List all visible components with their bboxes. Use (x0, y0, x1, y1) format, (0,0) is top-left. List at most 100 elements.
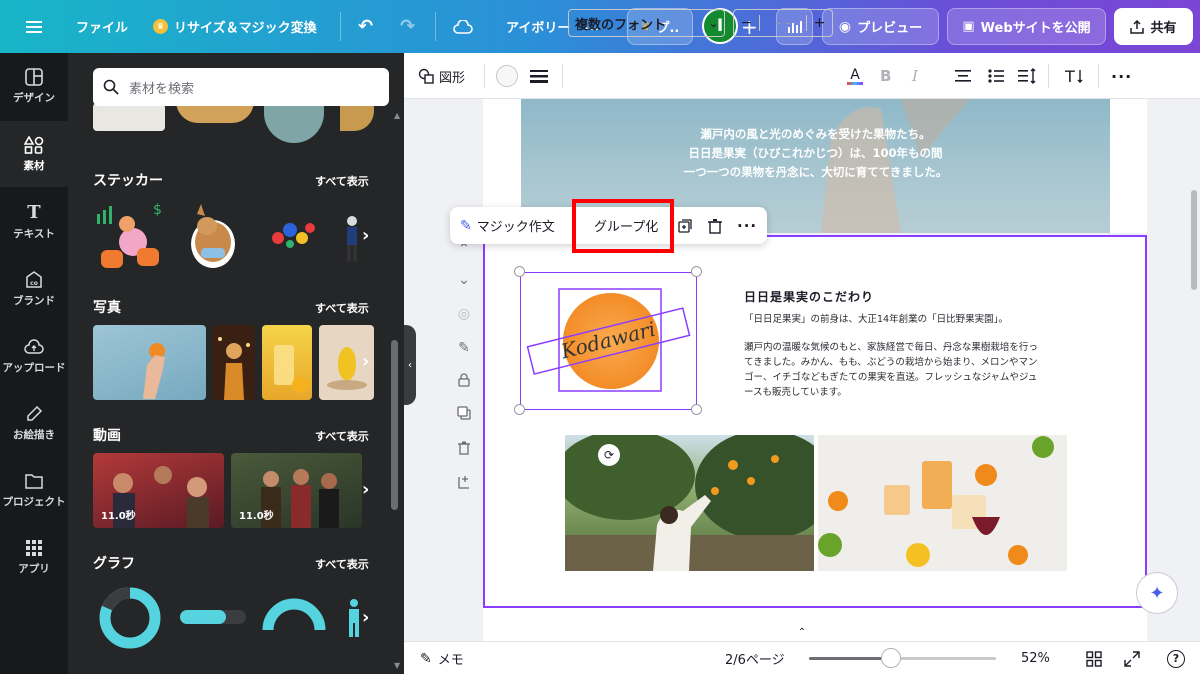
resize-handle[interactable] (691, 404, 702, 415)
chevron-down-icon[interactable]: ⌄ (454, 272, 474, 288)
bullet-list-icon[interactable] (988, 53, 1004, 99)
duplicate-page-icon[interactable] (454, 406, 474, 424)
menu-icon[interactable] (26, 0, 42, 53)
photo-thumbnail[interactable] (212, 325, 255, 400)
rail-draw[interactable]: お絵描き (0, 390, 68, 456)
rail-projects[interactable]: プロジェクト (0, 457, 68, 523)
border-style-icon[interactable] (530, 53, 548, 99)
shape-button[interactable]: 図形 (418, 53, 465, 99)
font-select[interactable]: 複数のフォント ⌄ (568, 9, 725, 37)
charts-see-all[interactable]: すべて表示 (315, 556, 369, 572)
orchard-photo[interactable]: ⟳ (565, 435, 814, 571)
body-line[interactable]: ゴー、イチゴなどもぎたての果実を直送。フレッシュなジャムやジュ (744, 370, 1074, 385)
scroll-up-arrow-icon[interactable]: ▲ (394, 111, 400, 120)
resize-handle[interactable] (514, 266, 525, 277)
sticker-thumbnail[interactable]: $ (93, 196, 165, 272)
collapse-panel-handle[interactable]: ‹ (404, 325, 416, 405)
hide-icon[interactable]: ◎ (454, 306, 474, 322)
sticker-thumbnail[interactable] (183, 196, 243, 272)
align-center-icon[interactable] (955, 53, 971, 99)
photo-thumbnail[interactable] (262, 325, 312, 400)
rail-text[interactable]: T テキスト (0, 189, 68, 255)
resize-handle[interactable] (514, 404, 525, 415)
resize-handle[interactable] (691, 266, 702, 277)
zoom-slider-knob[interactable] (881, 648, 901, 668)
people-chart-thumbnail[interactable] (346, 598, 362, 638)
body-line[interactable]: ースも販売しています。 (744, 385, 1074, 400)
selected-group[interactable]: Kodawari (520, 272, 697, 410)
photos-see-all[interactable]: すべて表示 (315, 300, 369, 316)
body-line[interactable]: てきました。みかん、もも、ぶどうの栽培から始まり、メロンやマン (744, 355, 1074, 370)
canvas-scrollbar[interactable] (1191, 190, 1197, 290)
undo-icon[interactable]: ↶ (358, 0, 373, 53)
videos-see-all[interactable]: すべて表示 (315, 428, 369, 444)
notes-icon[interactable]: ✎ (454, 340, 474, 356)
rail-apps[interactable]: アプリ (0, 524, 68, 590)
grid-view-icon[interactable] (1086, 642, 1102, 674)
expand-pages-icon[interactable]: ⌃ (770, 623, 834, 641)
share-button[interactable]: 共有 (1114, 8, 1193, 45)
font-size-value[interactable]: – – (775, 16, 791, 30)
cloud-save-icon[interactable] (453, 0, 473, 53)
page-indicator[interactable]: 2/6ページ (725, 642, 785, 674)
preview-button[interactable]: ◉ プレビュー (822, 8, 939, 45)
body-paragraph[interactable]: 「日日足果実」の前身は、大正14年創業の「日比野果実園」。 (744, 312, 1074, 327)
chevron-right-icon[interactable]: › (362, 351, 369, 372)
rail-brand[interactable]: co ブランド (0, 256, 68, 322)
more-icon[interactable]: ··· (737, 207, 757, 244)
shape-thumbnail[interactable] (340, 105, 374, 131)
line-spacing-icon[interactable] (1018, 53, 1038, 99)
fill-color-swatch[interactable] (496, 53, 518, 99)
donut-chart-thumbnail[interactable] (98, 586, 162, 650)
scroll-down-arrow-icon[interactable]: ▼ (394, 661, 400, 670)
more-options-icon[interactable]: ··· (1111, 53, 1132, 99)
notes-button[interactable]: ✎ メモ (420, 642, 464, 674)
font-size-stepper[interactable]: − – – + (733, 9, 833, 37)
rail-design[interactable]: デザイン (0, 53, 68, 119)
sticker-thumbnail[interactable] (342, 213, 362, 263)
panel-scrollbar[interactable] (391, 340, 398, 510)
resize-button[interactable]: ♛ リサイズ＆マジック変換 (153, 0, 317, 53)
text-effects-icon[interactable]: T (1064, 53, 1084, 99)
design-title[interactable]: アイボリー (506, 0, 570, 53)
lock-icon[interactable] (454, 373, 474, 391)
file-menu[interactable]: ファイル (76, 0, 128, 53)
bar-chart-thumbnail[interactable] (180, 610, 246, 624)
chevron-right-icon[interactable]: › (362, 479, 369, 500)
photo-thumbnail[interactable] (93, 325, 206, 400)
sticker-thumbnail[interactable] (268, 208, 320, 260)
trash-icon[interactable] (708, 207, 722, 244)
italic-icon[interactable]: I (912, 53, 918, 99)
publish-website-button[interactable]: ▣ Webサイトを公開 (947, 8, 1106, 45)
chevron-right-icon[interactable]: › (362, 607, 369, 628)
gauge-chart-thumbnail[interactable] (262, 598, 326, 632)
duplicate-icon[interactable] (678, 207, 692, 244)
add-page-icon[interactable] (454, 475, 474, 493)
shape-thumbnail[interactable] (93, 103, 165, 131)
design-canvas[interactable]: 瀬戸内の風と光のめぐみを受けた果物たち。 日日是果実（ひびこれかじつ）は、100… (416, 99, 1200, 641)
shape-thumbnail[interactable] (264, 103, 324, 143)
video-thumbnail[interactable]: 11.0秒 (231, 453, 362, 528)
video-thumbnail[interactable]: 11.0秒 (93, 453, 224, 528)
magic-write-button[interactable]: ✎ マジック作文 (460, 207, 555, 244)
search-box[interactable]: 素材を検索 (93, 68, 389, 106)
body-line[interactable]: 瀬戸内の温暖な気候のもと、家族経営で毎日、丹念な果樹栽培を行っ (744, 340, 1074, 355)
section-heading[interactable]: 日日是果実のこだわり (744, 288, 874, 305)
help-icon[interactable]: ? (1167, 642, 1185, 674)
text-color-button[interactable]: A (846, 53, 864, 99)
fullscreen-icon[interactable] (1124, 642, 1140, 674)
stickers-see-all[interactable]: すべて表示 (315, 173, 369, 189)
zoom-value[interactable]: 52% (1021, 642, 1050, 674)
rail-elements[interactable]: 素材 (0, 121, 68, 187)
decrease-size-button[interactable]: − (734, 15, 760, 31)
delete-page-icon[interactable] (454, 441, 474, 459)
zoom-slider[interactable] (809, 657, 996, 660)
redo-icon[interactable]: ↷ (400, 0, 415, 53)
rail-upload[interactable]: アップロード (0, 323, 68, 389)
chevron-right-icon[interactable]: › (362, 225, 369, 246)
citrus-photo[interactable] (818, 435, 1067, 571)
replace-image-icon[interactable]: ⟳ (598, 444, 620, 466)
magic-assistant-icon[interactable]: ✦ (1136, 572, 1178, 614)
bold-icon[interactable]: B (880, 53, 891, 99)
increase-size-button[interactable]: + (805, 15, 832, 31)
